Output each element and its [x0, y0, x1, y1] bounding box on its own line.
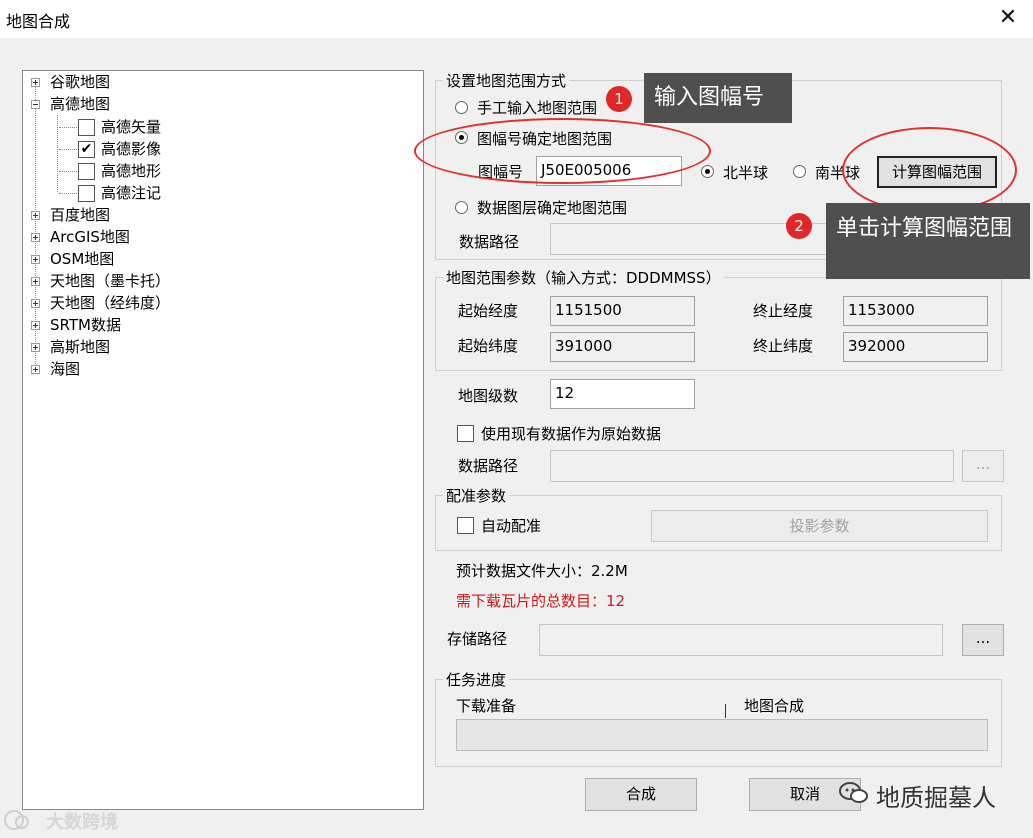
registration-title: 配准参数	[443, 485, 510, 506]
expand-plus-icon[interactable]	[31, 343, 40, 352]
expand-plus-icon[interactable]	[31, 211, 40, 220]
tree-item-label: 天地图（经纬度）	[50, 294, 171, 312]
storage-browse-button[interactable]: ...	[962, 624, 1004, 656]
expand-plus-icon[interactable]	[31, 321, 40, 330]
tree-item-label: 高斯地图	[50, 338, 111, 356]
expand-plus-icon[interactable]	[31, 233, 40, 242]
existing-data-path-input[interactable]	[550, 450, 954, 482]
map-source-tree[interactable]: 谷歌地图 高德地图 高德矢量 ✔ 高德影像 高德地形 高德注记 百度地图 Arc…	[22, 70, 424, 810]
tree-guide-line	[59, 149, 77, 150]
auto-register-checkbox[interactable]	[457, 517, 474, 534]
checkbox-gaode-annotation[interactable]	[78, 185, 95, 202]
radio-layer-label: 数据图层确定地图范围	[477, 199, 628, 217]
map-compose-label: 地图合成	[744, 697, 805, 715]
tree-item-label: 谷歌地图	[50, 73, 111, 91]
end-lon-label: 终止经度	[753, 302, 814, 320]
tree-guide-line	[59, 171, 77, 172]
tree-item-label: 高德地图	[50, 95, 111, 113]
radio-south-hemisphere[interactable]	[793, 165, 806, 178]
tree-item-label: OSM地图	[50, 250, 115, 268]
radio-manual-range[interactable]	[455, 101, 468, 114]
tree-item-label: SRTM数据	[50, 316, 121, 334]
step2-badge: 2	[786, 213, 812, 239]
compose-button[interactable]: 合成	[585, 778, 697, 811]
start-lon-label: 起始经度	[458, 302, 519, 320]
tree-item-label: 天地图（墨卡托）	[50, 272, 171, 290]
tree-item-label: 高德影像	[101, 140, 162, 158]
start-lon-input[interactable]: 1151500	[550, 296, 695, 326]
tree-item-label: 高德地形	[101, 162, 162, 180]
expand-plus-icon[interactable]	[31, 299, 40, 308]
progress-divider	[725, 704, 726, 718]
tree-item-label: ArcGIS地图	[50, 228, 130, 246]
existing-browse-button[interactable]: ...	[962, 450, 1004, 482]
tree-item-label: 海图	[50, 360, 81, 378]
end-lat-label: 终止纬度	[753, 337, 814, 355]
start-lat-input[interactable]: 391000	[550, 332, 695, 362]
checkbox-gaode-imagery[interactable]: ✔	[78, 141, 95, 158]
radio-layer-range[interactable]	[455, 201, 468, 214]
tree-guide-line	[59, 193, 77, 194]
map-level-input[interactable]: 12	[550, 379, 695, 409]
use-existing-label: 使用现有数据作为原始数据	[481, 425, 662, 443]
title-bar	[0, 0, 1033, 38]
watermark-logo-icon	[2, 808, 32, 832]
end-lon-input[interactable]: 1153000	[843, 296, 988, 326]
tree-guide-line	[59, 127, 77, 128]
tree-item-label: 百度地图	[50, 206, 111, 224]
expand-plus-icon[interactable]	[31, 365, 40, 374]
collapse-minus-icon[interactable]	[31, 100, 40, 109]
auto-register-label: 自动配准	[481, 517, 542, 535]
step1-callout: 输入图幅号	[644, 73, 792, 123]
tree-guide-line	[57, 115, 58, 192]
end-lat-input[interactable]: 392000	[843, 332, 988, 362]
close-icon[interactable]: ✕	[996, 6, 1020, 30]
existing-path-label: 数据路径	[458, 457, 519, 475]
annotation-ellipse-calc	[842, 127, 1017, 213]
checkbox-gaode-terrain[interactable]	[78, 163, 95, 180]
radio-north-hemisphere[interactable]	[701, 165, 714, 178]
watermark-right: 地质掘墓人	[876, 784, 996, 812]
start-lat-label: 起始纬度	[458, 337, 519, 355]
storage-path-label: 存储路径	[447, 630, 508, 648]
annotation-ellipse-sheet	[414, 118, 711, 184]
radio-manual-label: 手工输入地图范围	[477, 99, 598, 117]
range-params-title: 地图范围参数（输入方式：DDDMMSS）	[443, 267, 724, 288]
range-mode-title: 设置地图范围方式	[443, 70, 570, 91]
watermark-left: 大数跨境	[46, 812, 118, 833]
step1-badge: 1	[606, 86, 632, 112]
estimated-size-text: 预计数据文件大小：2.2M	[456, 562, 628, 580]
wechat-icon	[838, 780, 870, 806]
window-title: 地图合成	[6, 12, 71, 31]
expand-plus-icon[interactable]	[31, 277, 40, 286]
task-progress-title: 任务进度	[443, 669, 510, 690]
download-prep-label: 下载准备	[456, 697, 517, 715]
tree-item-label: 高德矢量	[101, 118, 162, 136]
step2-callout: 单击计算图幅范围	[826, 203, 1030, 279]
use-existing-checkbox[interactable]	[457, 425, 474, 442]
expand-plus-icon[interactable]	[31, 78, 40, 87]
projection-params-button[interactable]: 投影参数	[651, 510, 988, 542]
checkbox-gaode-vector[interactable]	[78, 119, 95, 136]
map-level-label: 地图级数	[458, 387, 519, 405]
tile-count-text: 需下载瓦片的总数目：12	[456, 592, 626, 610]
north-hemisphere-label: 北半球	[723, 164, 769, 182]
storage-path-input[interactable]	[539, 624, 943, 656]
progress-bar	[456, 719, 988, 751]
tree-item-label: 高德注记	[101, 184, 162, 202]
expand-plus-icon[interactable]	[31, 255, 40, 264]
data-path-label: 数据路径	[459, 233, 520, 251]
